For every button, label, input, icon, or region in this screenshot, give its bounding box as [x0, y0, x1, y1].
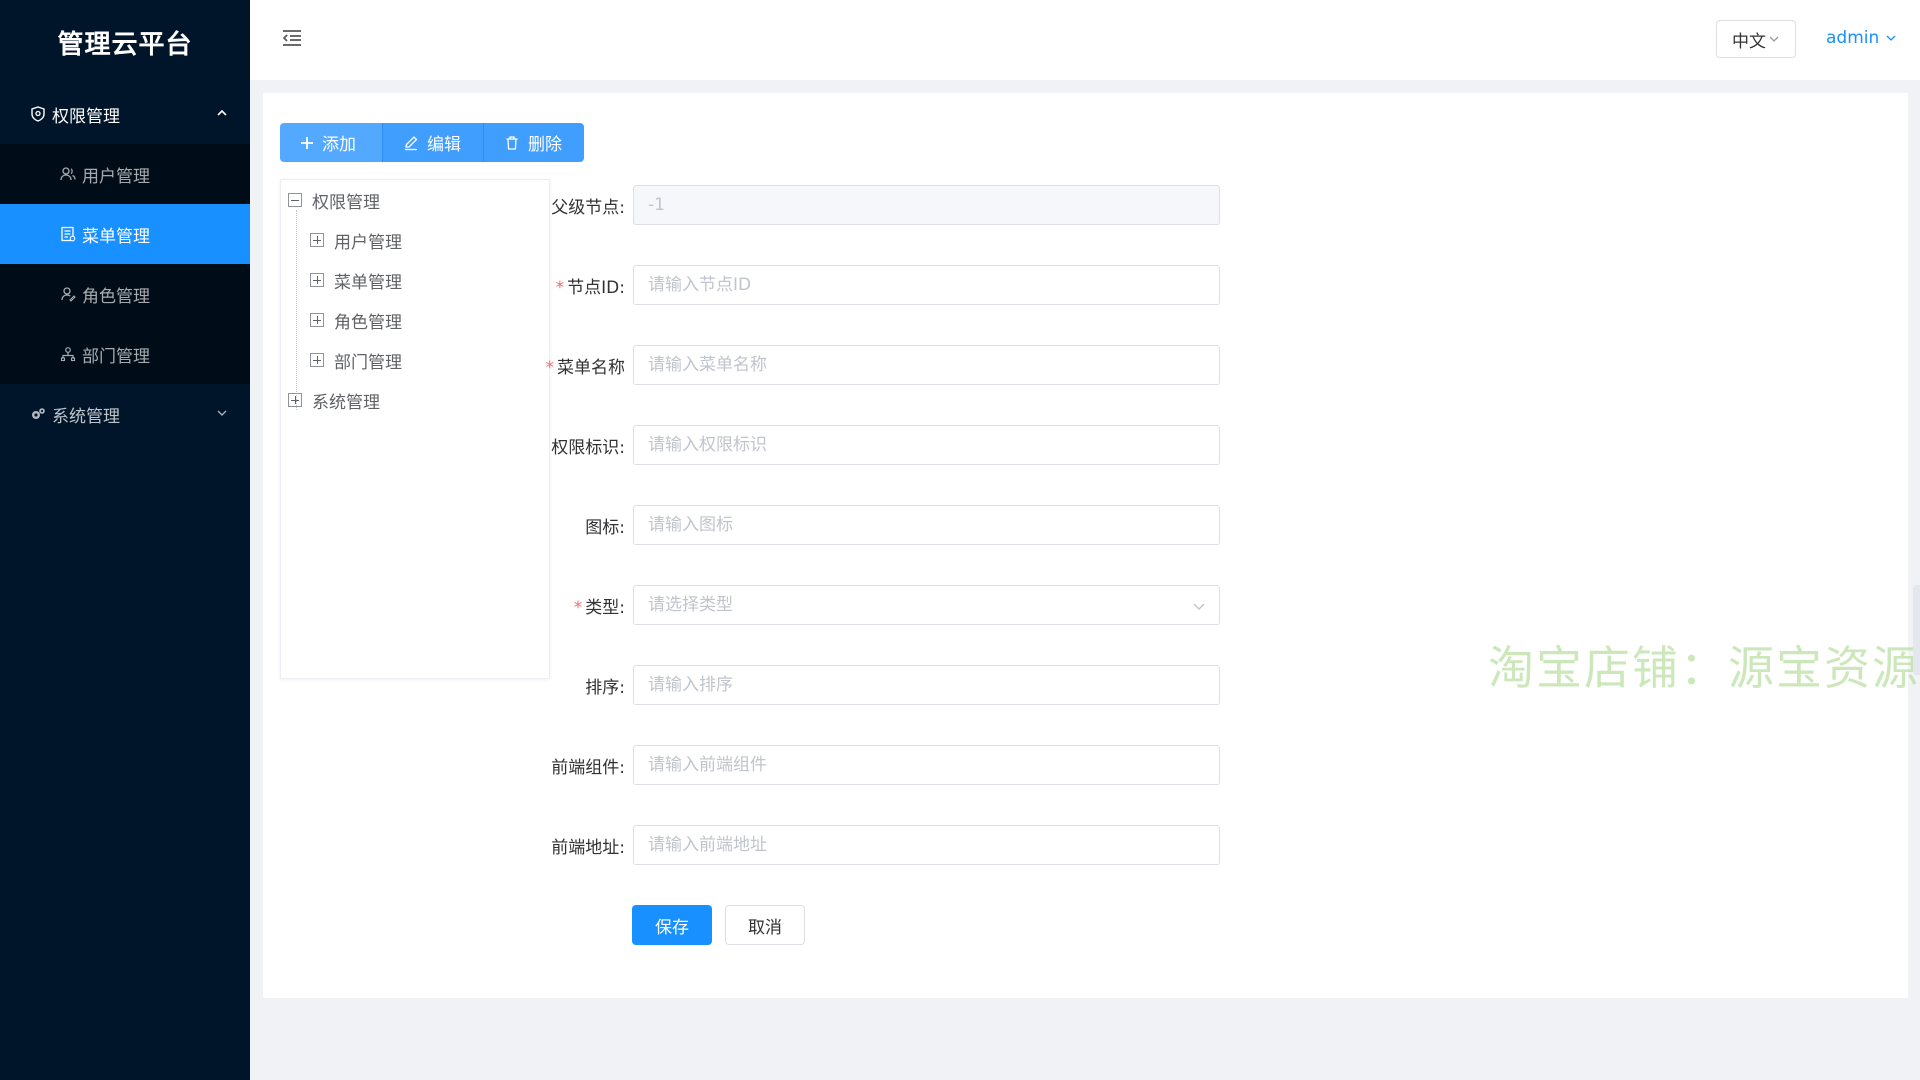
sidebar-group-label: 权限管理 [52, 106, 120, 127]
side-drawer-handle[interactable] [1913, 585, 1920, 675]
menu-name-input[interactable] [633, 345, 1220, 385]
tree-node[interactable]: 权限管理 [288, 185, 380, 215]
delete-button[interactable]: 删除 [484, 123, 584, 162]
trash-icon [504, 135, 520, 151]
sidebar-item-label: 角色管理 [82, 286, 150, 307]
icon-input[interactable] [633, 505, 1220, 545]
icon-label: 图标: [585, 517, 625, 538]
chevron-down-icon [1768, 33, 1780, 45]
delete-button-label: 删除 [528, 135, 562, 155]
parent-node-input[interactable] [633, 185, 1220, 225]
sidebar-item-departments[interactable]: 部门管理 [0, 324, 250, 384]
chevron-down-icon [1192, 598, 1206, 617]
permission-label: 权限标识: [551, 437, 625, 458]
expand-icon[interactable] [310, 313, 324, 327]
org-icon [60, 346, 76, 362]
chevron-down-icon [216, 404, 228, 424]
watermark: 淘宝店铺：源宝资源 [1488, 641, 1920, 695]
language-select[interactable]: 中文 [1716, 20, 1796, 58]
save-button[interactable]: 保存 [632, 905, 712, 945]
tree-node[interactable]: 用户管理 [310, 225, 402, 255]
node-id-input[interactable] [633, 265, 1220, 305]
main-card: 添加 编辑 删除 权限管理 用户管理 菜单管理 角色管理 部门管理 系统管理 父… [263, 93, 1908, 998]
tree-node[interactable]: 角色管理 [310, 305, 402, 335]
component-label: 前端组件: [551, 757, 625, 778]
sidebar-item-roles[interactable]: 角色管理 [0, 264, 250, 324]
tree-node-label: 部门管理 [334, 352, 402, 373]
form-row-permission: 权限标识: [543, 425, 1493, 465]
tree-node-label: 系统管理 [312, 392, 380, 413]
add-button[interactable]: 添加 [280, 123, 383, 162]
form-row-sort: 排序: [543, 665, 1493, 705]
tree-node[interactable]: 部门管理 [310, 345, 402, 375]
type-select[interactable] [633, 585, 1220, 625]
app-title: 管理云平台 [57, 29, 193, 60]
sidebar-item-label: 菜单管理 [82, 226, 150, 247]
type-select-input[interactable] [633, 585, 1220, 625]
language-value: 中文 [1732, 31, 1766, 52]
sidebar-item-label: 部门管理 [82, 346, 150, 367]
sidebar-item-label: 用户管理 [82, 166, 150, 187]
sidebar-group-permission[interactable]: 权限管理 [0, 84, 250, 144]
expand-icon[interactable] [310, 273, 324, 287]
sidebar: 管理云平台 权限管理 用户管理 菜单管理 角色管理 部门管理 系统管理 [0, 0, 250, 1080]
username: admin [1826, 28, 1880, 48]
sidebar-item-users[interactable]: 用户管理 [0, 144, 250, 204]
form-row-type: * 类型: [543, 585, 1493, 625]
sort-label: 排序: [585, 677, 625, 698]
top-header: 中文 admin [250, 0, 1920, 80]
form-row-parent: 父级节点: [543, 185, 1493, 225]
sidebar-group-system[interactable]: 系统管理 [0, 384, 250, 444]
form-row-path: 前端地址: [543, 825, 1493, 865]
menu-doc-icon [60, 226, 76, 242]
form-row-node-id: * 节点ID: [543, 265, 1493, 305]
gears-icon [30, 406, 46, 422]
tree-node-label: 菜单管理 [334, 272, 402, 293]
edit-button[interactable]: 编辑 [383, 123, 484, 162]
shield-icon [30, 106, 46, 122]
cancel-button[interactable]: 取消 [725, 905, 805, 945]
chevron-up-icon [216, 104, 228, 124]
form-row-component: 前端组件: [543, 745, 1493, 785]
expand-icon[interactable] [310, 353, 324, 367]
tree-node[interactable]: 菜单管理 [310, 265, 402, 295]
expand-icon[interactable] [310, 233, 324, 247]
node-id-label: * 节点ID: [555, 277, 625, 298]
tree-connector [296, 210, 297, 410]
edit-button-label: 编辑 [427, 135, 461, 155]
action-toolbar: 添加 编辑 删除 [280, 123, 584, 162]
path-label: 前端地址: [551, 837, 625, 858]
edit-icon [403, 135, 419, 151]
submenu-permission: 用户管理 菜单管理 角色管理 部门管理 [0, 144, 250, 384]
sidebar-item-menus[interactable]: 菜单管理 [0, 204, 250, 264]
expand-icon[interactable] [288, 393, 302, 407]
tree-node-label: 角色管理 [334, 312, 402, 333]
tree-node-label: 用户管理 [334, 232, 402, 253]
collapse-menu-icon[interactable] [280, 26, 304, 50]
type-label: * 类型: [573, 597, 625, 618]
tree-node-label: 权限管理 [312, 192, 380, 213]
form-row-icon: 图标: [543, 505, 1493, 545]
permission-input[interactable] [633, 425, 1220, 465]
collapse-icon[interactable] [288, 193, 302, 207]
sort-input[interactable] [633, 665, 1220, 705]
parent-node-label: 父级节点: [551, 197, 625, 218]
tree-node[interactable]: 系统管理 [288, 385, 380, 415]
plus-icon [300, 136, 314, 150]
sidebar-group-label: 系统管理 [52, 406, 120, 427]
menu-tree: 权限管理 用户管理 菜单管理 角色管理 部门管理 系统管理 [280, 179, 550, 679]
form-row-menu-name: * 菜单名称 [543, 345, 1493, 385]
role-icon [60, 286, 76, 302]
path-input[interactable] [633, 825, 1220, 865]
add-button-label: 添加 [322, 135, 356, 155]
menu-name-label: * 菜单名称 [545, 357, 626, 378]
user-icon [60, 166, 76, 182]
component-input[interactable] [633, 745, 1220, 785]
chevron-down-icon [1885, 32, 1897, 44]
user-menu[interactable]: admin [1826, 28, 1897, 48]
